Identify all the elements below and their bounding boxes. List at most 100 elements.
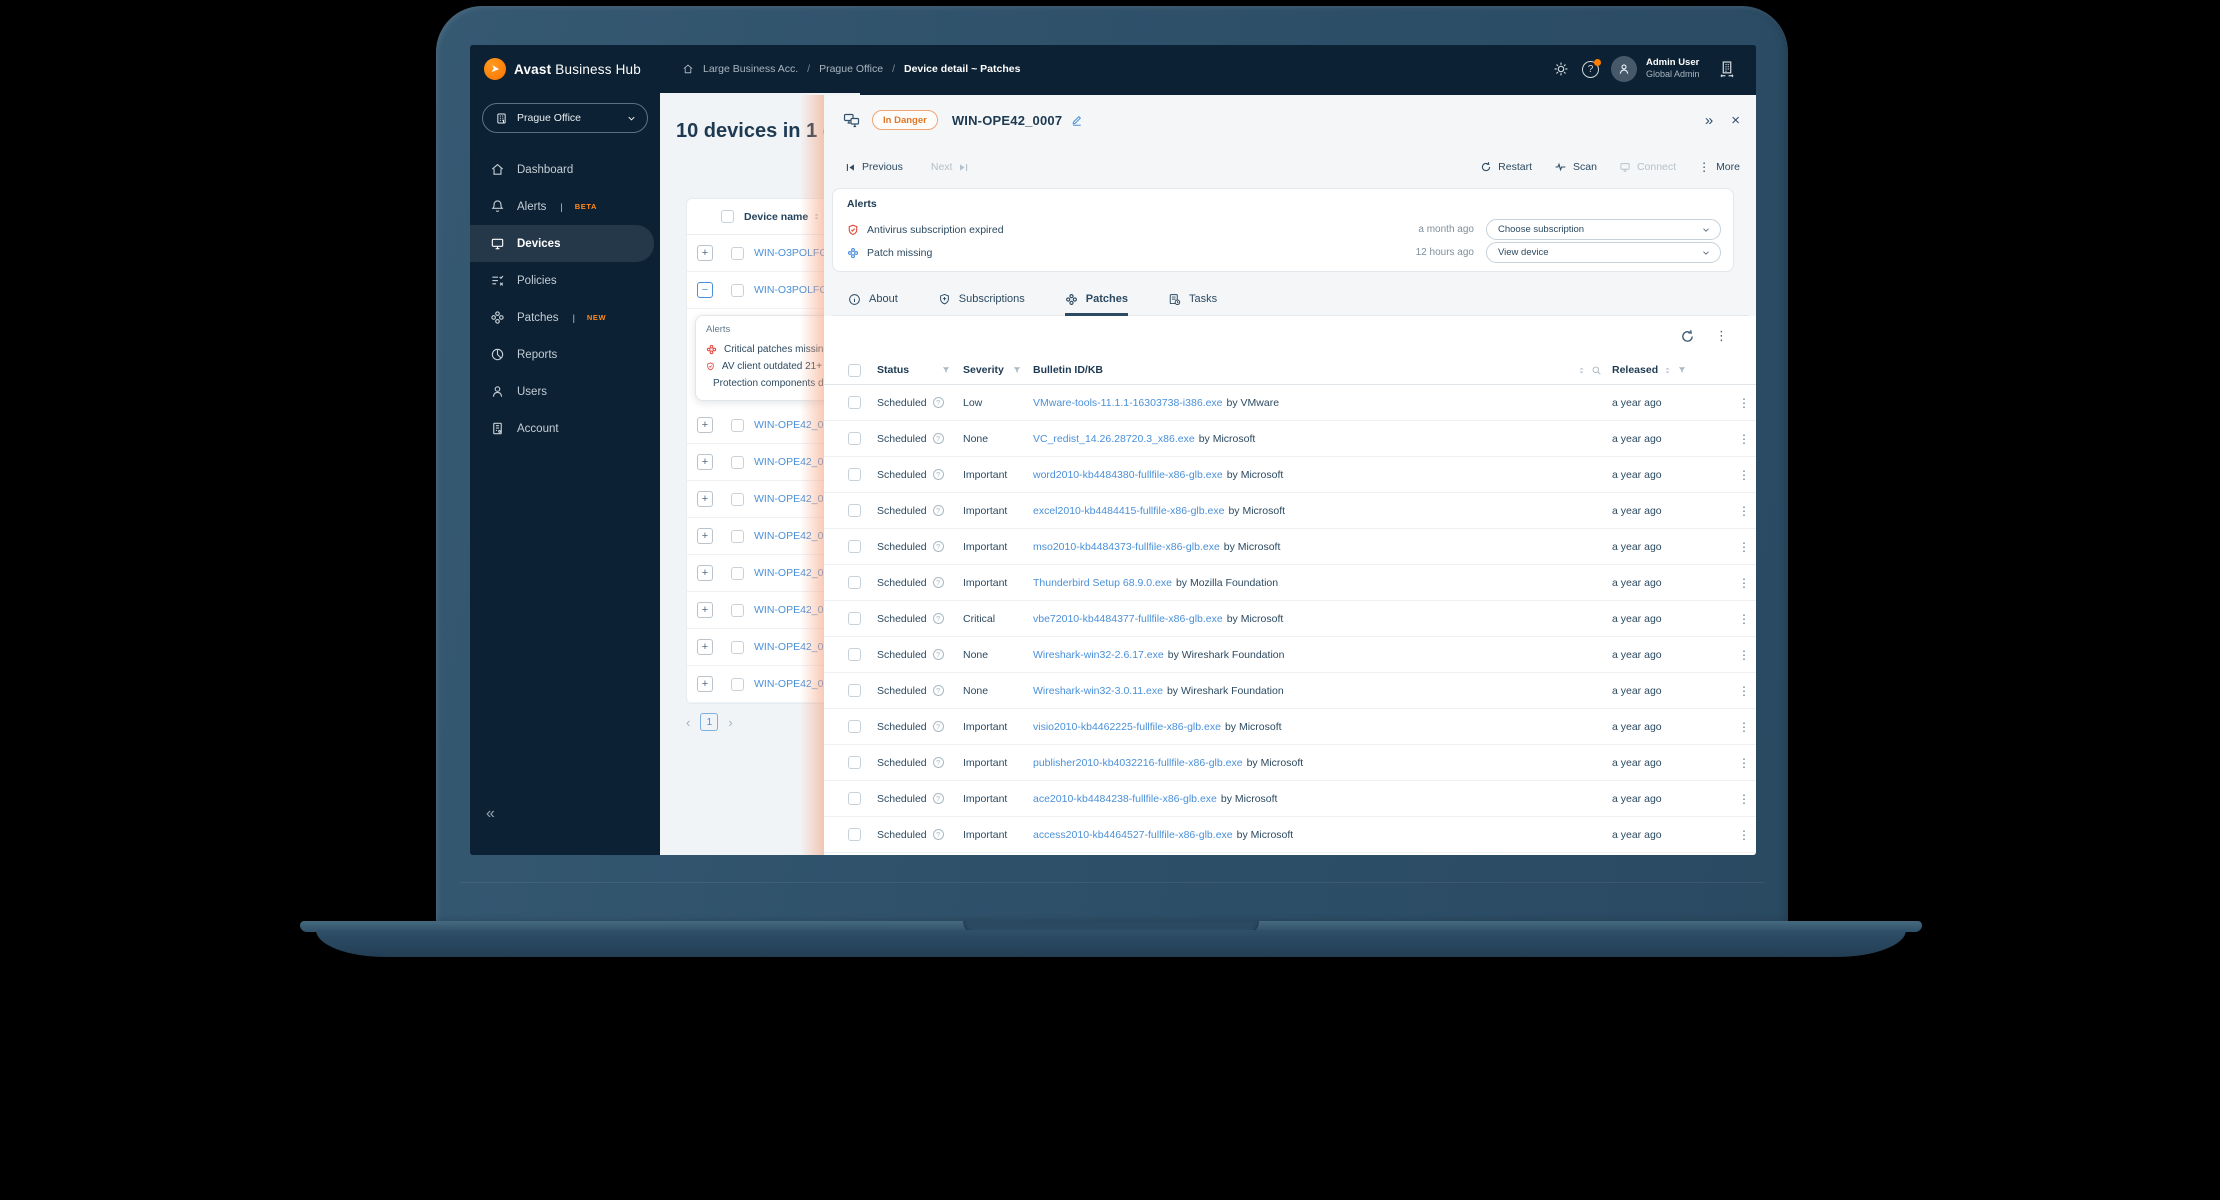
avast-logo-icon[interactable] xyxy=(484,58,506,80)
sidebar-item-alerts[interactable]: Alerts | BETA xyxy=(470,188,654,225)
status-help-icon[interactable]: ? xyxy=(932,469,944,480)
row-checkbox[interactable] xyxy=(731,566,744,580)
row-kebab-icon[interactable]: ⋮ xyxy=(1732,576,1756,590)
row-expander[interactable]: + xyxy=(697,245,713,261)
bulletin-link[interactable]: word2010-kb4484380-fullfile-x86-glb.exe xyxy=(1033,469,1223,481)
prev-page-icon[interactable]: ‹ xyxy=(686,715,690,730)
more-button[interactable]: ⋮ More xyxy=(1698,160,1740,174)
sidebar-item-users[interactable]: Users xyxy=(470,373,654,410)
bulletin-link[interactable]: Thunderbird Setup 68.9.0.exe xyxy=(1033,577,1172,589)
row-checkbox[interactable] xyxy=(848,684,861,697)
restart-button[interactable]: Restart xyxy=(1480,161,1532,173)
status-help-icon[interactable]: ? xyxy=(932,793,944,804)
status-filter-icon[interactable] xyxy=(941,365,951,375)
row-checkbox[interactable] xyxy=(848,792,861,805)
collapse-panel-icon[interactable]: » xyxy=(1705,112,1713,129)
row-kebab-icon[interactable]: ⋮ xyxy=(1732,684,1756,698)
row-kebab-icon[interactable]: ⋮ xyxy=(1732,648,1756,662)
sidebar-item-patches[interactable]: Patches | NEW xyxy=(470,299,654,336)
row-checkbox[interactable] xyxy=(848,828,861,841)
status-help-icon[interactable]: ? xyxy=(932,541,944,552)
home-icon[interactable] xyxy=(682,63,694,75)
bulletin-link[interactable]: publisher2010-kb4032216-fullfile-x86-glb… xyxy=(1033,757,1243,769)
row-checkbox[interactable] xyxy=(731,455,744,469)
row-expander[interactable]: + xyxy=(697,528,713,544)
bulletin-link[interactable]: mso2010-kb4484373-fullfile-x86-glb.exe xyxy=(1033,541,1220,553)
sidebar-item-dashboard[interactable]: Dashboard xyxy=(470,151,654,188)
select-all-checkbox[interactable] xyxy=(848,363,861,377)
alert-action-select[interactable]: View device xyxy=(1486,242,1721,263)
breadcrumb-item[interactable]: Prague Office xyxy=(819,63,883,75)
bulletin-column-label[interactable]: Bulletin ID/KB xyxy=(1033,364,1103,376)
status-help-icon[interactable]: ? xyxy=(932,505,944,516)
close-icon[interactable]: × xyxy=(1731,112,1740,129)
released-column-label[interactable]: Released xyxy=(1612,364,1658,376)
row-expander[interactable]: − xyxy=(697,282,713,298)
status-help-icon[interactable]: ? xyxy=(932,685,944,696)
severity-filter-icon[interactable] xyxy=(1012,365,1022,375)
row-expander[interactable]: + xyxy=(697,676,713,692)
row-checkbox[interactable] xyxy=(848,504,861,517)
bulletin-link[interactable]: ace2010-kb4484238-fullfile-x86-glb.exe xyxy=(1033,793,1217,805)
row-checkbox[interactable] xyxy=(731,283,744,297)
help-icon[interactable]: ? xyxy=(1582,45,1601,93)
previous-device-button[interactable]: Previous xyxy=(845,161,903,173)
search-icon[interactable] xyxy=(1591,365,1602,376)
alert-action-select[interactable]: Choose subscription xyxy=(1486,219,1721,240)
row-expander[interactable]: + xyxy=(697,602,713,618)
breadcrumb-item[interactable]: Large Business Acc. xyxy=(703,63,798,75)
bulletin-link[interactable]: visio2010-kb4462225-fullfile-x86-glb.exe xyxy=(1033,721,1221,733)
sort-icon[interactable] xyxy=(1577,365,1586,376)
sidebar-item-account[interactable]: Account xyxy=(470,410,654,447)
scan-button[interactable]: Scan xyxy=(1554,161,1597,173)
tab-subscriptions[interactable]: Subscriptions xyxy=(938,285,1025,316)
sidebar-item-devices[interactable]: Devices xyxy=(470,225,654,262)
row-kebab-icon[interactable]: ⋮ xyxy=(1732,756,1756,770)
row-expander[interactable]: + xyxy=(697,454,713,470)
row-kebab-icon[interactable]: ⋮ xyxy=(1732,828,1756,842)
user-avatar[interactable] xyxy=(1611,45,1637,93)
next-device-button[interactable]: Next xyxy=(931,161,970,173)
row-checkbox[interactable] xyxy=(731,492,744,506)
row-checkbox[interactable] xyxy=(848,720,861,733)
row-kebab-icon[interactable]: ⋮ xyxy=(1732,432,1756,446)
sort-icon[interactable] xyxy=(1663,365,1672,376)
table-kebab-icon[interactable]: ⋮ xyxy=(1715,328,1728,344)
row-checkbox[interactable] xyxy=(848,648,861,661)
sidebar-item-reports[interactable]: Reports xyxy=(470,336,654,373)
bulletin-link[interactable]: excel2010-kb4484415-fullfile-x86-glb.exe xyxy=(1033,505,1224,517)
tab-about[interactable]: About xyxy=(848,285,898,316)
status-column-label[interactable]: Status xyxy=(877,364,909,376)
settings-gear-icon[interactable] xyxy=(1553,45,1569,93)
select-all-checkbox[interactable] xyxy=(721,210,734,223)
row-checkbox[interactable] xyxy=(731,677,744,691)
status-help-icon[interactable]: ? xyxy=(932,577,944,588)
row-checkbox[interactable] xyxy=(731,246,744,260)
bulletin-link[interactable]: Wireshark-win32-3.0.11.exe xyxy=(1033,685,1163,697)
bulletin-link[interactable]: access2010-kb4464527-fullfile-x86-glb.ex… xyxy=(1033,829,1233,841)
row-checkbox[interactable] xyxy=(848,468,861,481)
row-expander[interactable]: + xyxy=(697,565,713,581)
status-help-icon[interactable]: ? xyxy=(932,613,944,624)
row-kebab-icon[interactable]: ⋮ xyxy=(1732,468,1756,482)
row-checkbox[interactable] xyxy=(731,418,744,432)
row-kebab-icon[interactable]: ⋮ xyxy=(1732,720,1756,734)
row-checkbox[interactable] xyxy=(848,612,861,625)
status-help-icon[interactable]: ? xyxy=(932,433,944,444)
row-checkbox[interactable] xyxy=(848,396,861,409)
row-kebab-icon[interactable]: ⋮ xyxy=(1732,504,1756,518)
row-kebab-icon[interactable]: ⋮ xyxy=(1732,540,1756,554)
sidebar-item-policies[interactable]: Policies xyxy=(470,262,654,299)
sidebar-collapse-icon[interactable]: « xyxy=(486,805,495,823)
company-switcher-icon[interactable] xyxy=(1718,45,1736,93)
tab-patches[interactable]: Patches xyxy=(1064,285,1128,316)
user-info[interactable]: Admin User Global Admin xyxy=(1646,45,1700,93)
row-checkbox[interactable] xyxy=(731,529,744,543)
status-help-icon[interactable]: ? xyxy=(932,397,944,408)
row-checkbox[interactable] xyxy=(731,640,744,654)
bulletin-link[interactable]: vbe72010-kb4484377-fullfile-x86-glb.exe xyxy=(1033,613,1223,625)
row-checkbox[interactable] xyxy=(848,756,861,769)
next-page-icon[interactable]: › xyxy=(728,715,732,730)
row-checkbox[interactable] xyxy=(848,432,861,445)
status-help-icon[interactable]: ? xyxy=(932,829,944,840)
